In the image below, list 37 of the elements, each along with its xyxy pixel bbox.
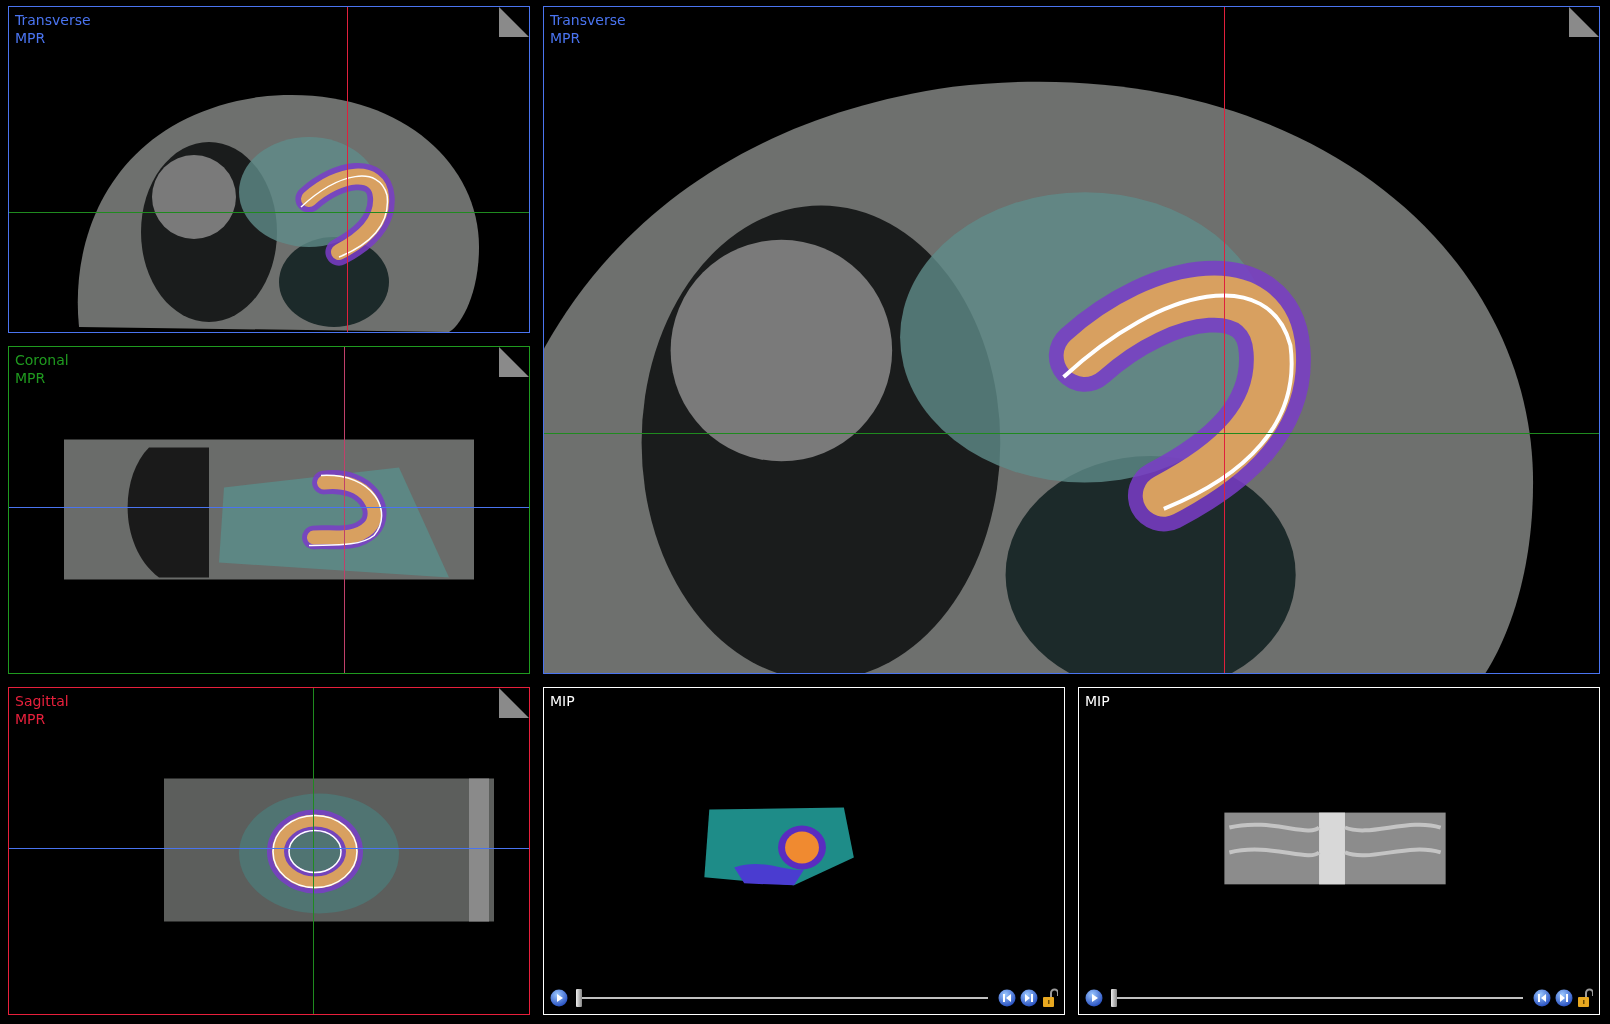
next-frame-button[interactable]: [1020, 989, 1038, 1007]
crosshair-vertical-line[interactable]: [344, 347, 346, 673]
view-type-label: MPR: [15, 369, 47, 387]
slider-thumb[interactable]: [1111, 989, 1117, 1007]
crosshair-horizontal-line[interactable]: [9, 506, 529, 508]
play-button[interactable]: [1085, 989, 1103, 1007]
view-type-label: MIP: [1085, 692, 1110, 710]
crosshair-vertical-line[interactable]: [313, 688, 315, 1014]
previous-frame-button[interactable]: [1533, 989, 1551, 1007]
view-plane-label: Transverse: [15, 11, 91, 29]
corner-fold-icon[interactable]: [499, 688, 529, 718]
viewport-panel[interactable]: Transverse MPR: [543, 6, 1600, 674]
next-frame-button[interactable]: [1555, 989, 1573, 1007]
viewport-panel[interactable]: Transverse MPR: [8, 6, 530, 333]
crosshair-vertical-line[interactable]: [1224, 7, 1226, 673]
viewport-panel[interactable]: Sagittal MPR: [8, 687, 530, 1015]
corner-fold-icon[interactable]: [499, 7, 529, 37]
corner-fold-icon[interactable]: [1569, 7, 1599, 37]
view-type-label: MIP: [550, 692, 575, 710]
corner-fold-icon[interactable]: [499, 347, 529, 377]
view-plane-label: Coronal: [15, 351, 69, 369]
view-type-label: MPR: [15, 29, 47, 47]
unlocked-padlock-icon[interactable]: [1577, 988, 1593, 1008]
viewport-panel[interactable]: MIP: [543, 687, 1065, 1015]
viewport-panel[interactable]: Coronal MPR: [8, 346, 530, 674]
viewport-panel[interactable]: MIP: [1078, 687, 1600, 1015]
unlocked-padlock-icon[interactable]: [1042, 988, 1058, 1008]
slider-thumb[interactable]: [576, 989, 582, 1007]
view-plane-label: Sagittal: [15, 692, 69, 710]
crosshair-horizontal-line[interactable]: [544, 433, 1599, 435]
crosshair-horizontal-line[interactable]: [9, 847, 529, 849]
previous-frame-button[interactable]: [998, 989, 1016, 1007]
play-button[interactable]: [550, 989, 568, 1007]
view-plane-label: Transverse: [550, 11, 626, 29]
view-type-label: MPR: [15, 710, 47, 728]
crosshair-horizontal-line[interactable]: [9, 211, 529, 213]
view-type-label: MPR: [550, 29, 582, 47]
